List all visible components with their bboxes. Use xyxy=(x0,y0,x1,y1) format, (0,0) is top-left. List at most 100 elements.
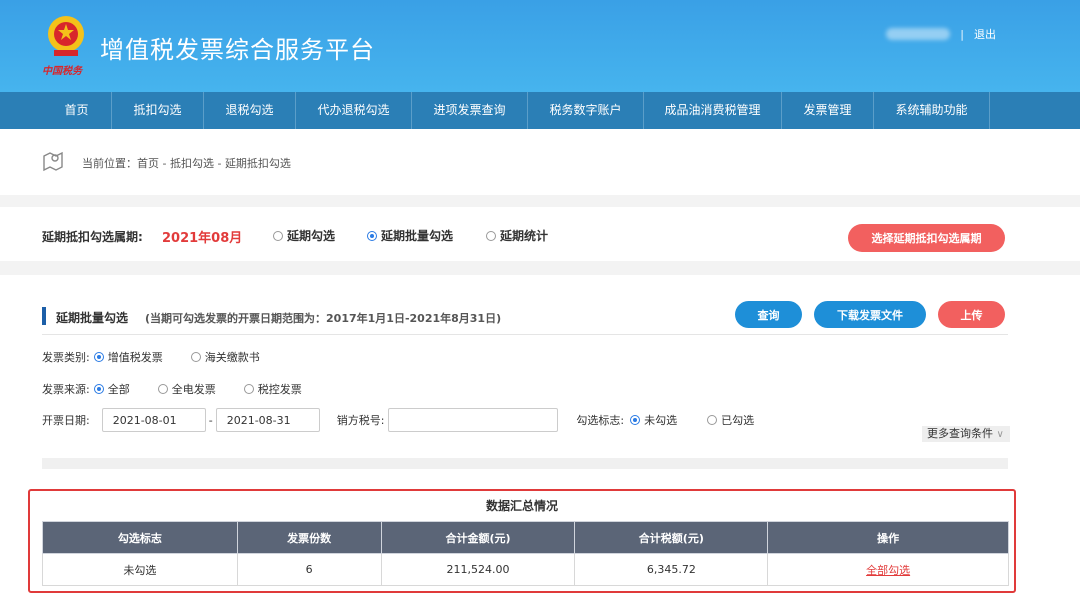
nav-item-input-invoice-query[interactable]: 进项发票查询 xyxy=(412,92,528,129)
batch-select-card: 延期批量勾选 (当期可勾选发票的开票日期范围为：2017年1月1日-2021年8… xyxy=(0,275,1080,610)
col-header-invoice-count: 发票份数 xyxy=(236,521,382,554)
section-subtitle: (当期可勾选发票的开票日期范围为：2017年1月1日-2021年8月31日) xyxy=(145,312,502,325)
col-header-total-tax: 合计税额(元) xyxy=(574,521,769,554)
radio-source-full-electronic[interactable]: 全电发票 xyxy=(157,381,216,397)
chevron-down-icon: ∨ xyxy=(996,429,1004,440)
nav-item-invoice-management[interactable]: 发票管理 xyxy=(782,92,874,129)
logout-link[interactable]: 退出 xyxy=(974,26,996,42)
nav-item-system-auxiliary[interactable]: 系统辅助功能 xyxy=(874,92,990,129)
radio-label: 延期勾选 xyxy=(287,229,336,243)
nav-item-refined-oil-tax[interactable]: 成品油消费税管理 xyxy=(644,92,782,129)
results-placeholder-strip xyxy=(42,458,1008,469)
nav-item-agent-refund-select[interactable]: 代办退税勾选 xyxy=(296,92,412,129)
nav-item-tax-digital-account[interactable]: 税务数字账户 xyxy=(528,92,644,129)
breadcrumb-deduction-select[interactable]: 抵扣勾选 xyxy=(170,157,214,170)
col-header-total-amount: 合计金额(元) xyxy=(380,521,576,554)
radio-circle-checked[interactable] xyxy=(93,384,104,394)
radio-customs-payment[interactable]: 海关缴款书 xyxy=(190,349,260,365)
radio-flag-selected[interactable]: 已勾选 xyxy=(707,412,754,428)
radio-label: 增值税发票 xyxy=(107,351,163,364)
select-flag-label: 勾选标志: xyxy=(576,414,625,427)
user-separator: | xyxy=(960,27,964,41)
radio-circle[interactable] xyxy=(243,384,254,394)
radio-vat-invoice[interactable]: 增值税发票 xyxy=(93,349,163,365)
radio-source-tax-control[interactable]: 税控发票 xyxy=(243,381,302,397)
radio-source-all[interactable]: 全部 xyxy=(93,381,130,397)
radio-circle[interactable] xyxy=(190,352,201,362)
radio-label: 延期统计 xyxy=(500,229,549,243)
breadcrumb: 当前位置：首页 - 抵扣勾选 - 延期抵扣勾选 xyxy=(82,155,291,171)
period-value: 2021年08月 xyxy=(162,231,243,246)
radio-label: 海关缴款书 xyxy=(204,351,260,364)
data-summary-box: 数据汇总情况 勾选标志 发票份数 合计金额(元) 合计税额(元) 操作 未勾选 … xyxy=(28,489,1016,593)
radio-circle[interactable] xyxy=(157,384,168,394)
radio-label: 全电发票 xyxy=(171,383,216,396)
seller-tax-label: 销方税号: xyxy=(336,414,385,427)
more-query-conditions-toggle[interactable]: 更多查询条件 ∨ xyxy=(922,426,1010,442)
nav-item-home[interactable]: 首页 xyxy=(42,92,112,129)
invoice-type-label: 发票类别: xyxy=(42,351,90,364)
radio-circle[interactable] xyxy=(707,415,718,425)
issue-date-label: 开票日期: xyxy=(42,414,90,427)
table-row: 未勾选 6 211,524.00 6,345.72 全部勾选 xyxy=(42,553,1009,586)
nav-item-refund-select[interactable]: 退税勾选 xyxy=(204,92,296,129)
select-all-link[interactable]: 全部勾选 xyxy=(866,564,910,577)
nav-item-deduction-select[interactable]: 抵扣勾选 xyxy=(112,92,204,129)
radio-circle-checked[interactable] xyxy=(93,352,104,362)
user-name-blurred xyxy=(886,28,951,40)
radio-deferred-stats[interactable]: 延期统计 xyxy=(486,227,548,244)
download-invoice-file-button[interactable]: 下载发票文件 xyxy=(814,301,926,328)
more-conditions-label: 更多查询条件 xyxy=(927,427,993,440)
period-label: 延期抵扣勾选属期: xyxy=(42,230,143,244)
period-card: 延期抵扣勾选属期: 2021年08月 延期勾选 延期批量勾选 延期统计 选择延期… xyxy=(0,207,1080,261)
radio-circle[interactable] xyxy=(273,230,283,241)
radio-label: 未勾选 xyxy=(644,414,678,427)
section-title: 延期批量勾选 xyxy=(56,311,129,325)
date-filter-row: 开票日期: - 销方税号: 勾选标志: 未勾选 已勾选 xyxy=(42,408,754,432)
summary-table: 勾选标志 发票份数 合计金额(元) 合计税额(元) 操作 未勾选 6 211,5… xyxy=(42,521,1009,586)
col-header-action: 操作 xyxy=(767,521,1009,554)
select-deferred-period-button[interactable]: 选择延期抵扣勾选属期 xyxy=(848,224,1005,252)
col-header-select-flag: 勾选标志 xyxy=(42,521,238,554)
cell-total-tax: 6,345.72 xyxy=(574,553,769,586)
location-map-icon xyxy=(43,151,63,172)
query-button[interactable]: 查询 xyxy=(735,301,802,328)
site-title: 增值税发票综合服务平台 xyxy=(100,36,375,64)
radio-circle[interactable] xyxy=(486,230,496,241)
radio-label: 已勾选 xyxy=(721,414,755,427)
breadcrumb-prefix: 当前位置： xyxy=(82,157,137,170)
cell-total-amount: 211,524.00 xyxy=(380,553,576,586)
breadcrumb-bar: 当前位置：首页 - 抵扣勾选 - 延期抵扣勾选 xyxy=(0,129,1080,195)
invoice-source-label: 发票来源: xyxy=(42,383,90,396)
breadcrumb-sep: - xyxy=(159,157,170,170)
issue-date-end-input[interactable] xyxy=(215,408,320,432)
invoice-type-row: 发票类别: 增值税发票 海关缴款书 xyxy=(42,349,288,365)
summary-title: 数据汇总情况 xyxy=(485,499,558,513)
radio-flag-unselected[interactable]: 未勾选 xyxy=(630,412,677,428)
upload-button[interactable]: 上传 xyxy=(938,301,1005,328)
emblem-text: 中国税务 xyxy=(42,66,82,77)
seller-tax-input[interactable] xyxy=(388,408,559,432)
invoice-source-row: 发票来源: 全部 全电发票 税控发票 xyxy=(42,381,330,397)
date-range-dash: - xyxy=(208,413,213,427)
header-banner: 中国税务 增值税发票综合服务平台 | 退出 xyxy=(0,0,1080,92)
cell-invoice-count: 6 xyxy=(236,553,382,586)
radio-deferred-batch-select[interactable]: 延期批量勾选 xyxy=(367,227,453,244)
radio-deferred-select[interactable]: 延期勾选 xyxy=(273,227,335,244)
section-divider xyxy=(42,334,1008,335)
user-area: | 退出 xyxy=(886,26,996,42)
radio-label: 全部 xyxy=(107,383,130,396)
cell-action: 全部勾选 xyxy=(767,553,1009,586)
main-nav: 首页 抵扣勾选 退税勾选 代办退税勾选 进项发票查询 税务数字账户 成品油消费税… xyxy=(0,92,1080,129)
breadcrumb-current: 延期抵扣勾选 xyxy=(224,157,291,170)
radio-label: 延期批量勾选 xyxy=(381,229,454,243)
table-header-row: 勾选标志 发票份数 合计金额(元) 合计税额(元) 操作 xyxy=(42,521,1009,554)
breadcrumb-sep: - xyxy=(213,157,225,170)
breadcrumb-home[interactable]: 首页 xyxy=(137,157,159,170)
issue-date-start-input[interactable] xyxy=(101,408,206,432)
section-accent-bar xyxy=(42,307,46,325)
cell-select-flag: 未勾选 xyxy=(42,553,238,586)
radio-circle-checked[interactable] xyxy=(630,415,641,425)
radio-label: 税控发票 xyxy=(257,383,302,396)
radio-circle-checked[interactable] xyxy=(367,230,377,241)
